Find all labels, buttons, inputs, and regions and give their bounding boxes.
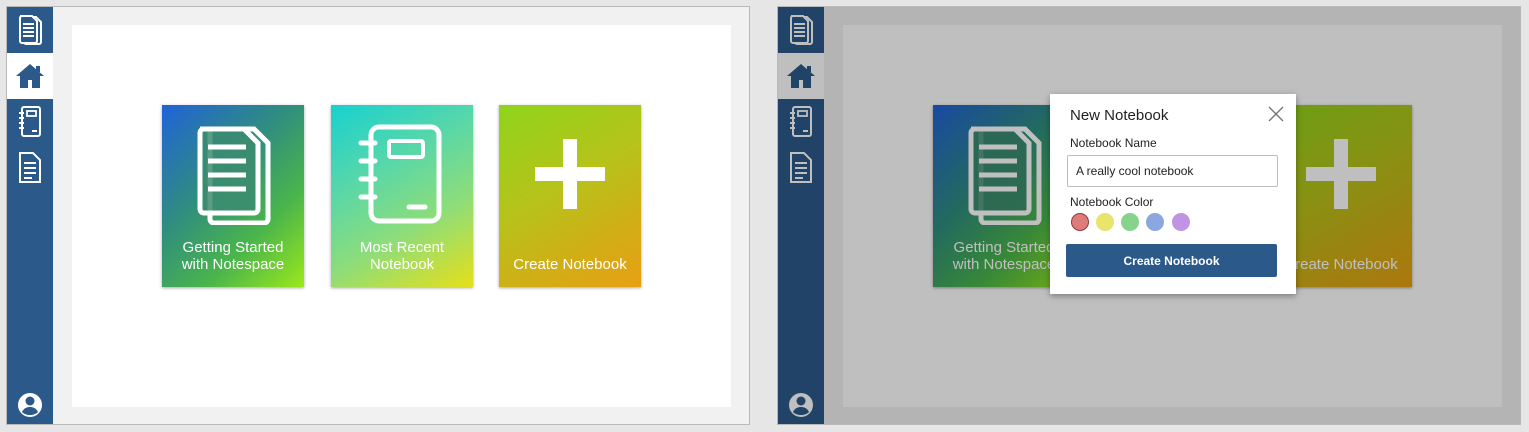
account-icon <box>18 393 42 417</box>
documents-icon <box>19 15 42 45</box>
tile-create-notebook[interactable]: Create Notebook <box>499 105 641 287</box>
sidebar-dim-overlay <box>778 7 824 424</box>
main-content: Getting Started with Notespace Most Rece… <box>72 25 731 407</box>
color-swatch-yellow[interactable] <box>1096 213 1114 231</box>
notebook-name-label: Notebook Name <box>1070 136 1157 150</box>
new-notebook-dialog: New Notebook Notebook Name Notebook Colo… <box>1050 94 1296 294</box>
sidebar-item-home[interactable] <box>7 53 53 99</box>
sidebar-item-notebooks[interactable] <box>7 99 53 145</box>
sidebar <box>778 7 824 424</box>
color-swatch-purple[interactable] <box>1172 213 1190 231</box>
notebook-icon <box>358 124 442 224</box>
color-swatch-red[interactable] <box>1071 213 1089 231</box>
sidebar-item-notes[interactable] <box>7 145 53 191</box>
tile-getting-started[interactable]: Getting Started with Notespace <box>162 105 304 287</box>
dialog-title: New Notebook <box>1070 107 1169 124</box>
page-icon <box>19 152 41 183</box>
home-screen: Getting Started with Notespace Most Rece… <box>6 6 750 425</box>
tile-label: Create Notebook <box>513 256 627 273</box>
tile-label: Most Recent Notebook <box>359 239 445 273</box>
notebook-icon <box>19 106 41 137</box>
notebook-name-input[interactable] <box>1067 155 1278 187</box>
sidebar <box>7 7 53 424</box>
documents-icon <box>197 126 271 225</box>
color-swatch-blue[interactable] <box>1146 213 1164 231</box>
plus-icon <box>535 139 605 209</box>
create-notebook-button[interactable]: Create Notebook <box>1066 244 1277 277</box>
sidebar-item-documents[interactable] <box>7 7 53 53</box>
new-notebook-screen: Getting Started with Notespace Most Rece… <box>777 6 1521 425</box>
tile-most-recent[interactable]: Most Recent Notebook <box>331 105 473 287</box>
close-icon[interactable] <box>1267 105 1285 123</box>
sidebar-item-account[interactable] <box>7 382 53 424</box>
home-icon <box>16 64 44 88</box>
notebook-color-label: Notebook Color <box>1070 195 1154 209</box>
color-swatch-green[interactable] <box>1121 213 1139 231</box>
tile-label: Getting Started with Notespace <box>181 239 285 273</box>
